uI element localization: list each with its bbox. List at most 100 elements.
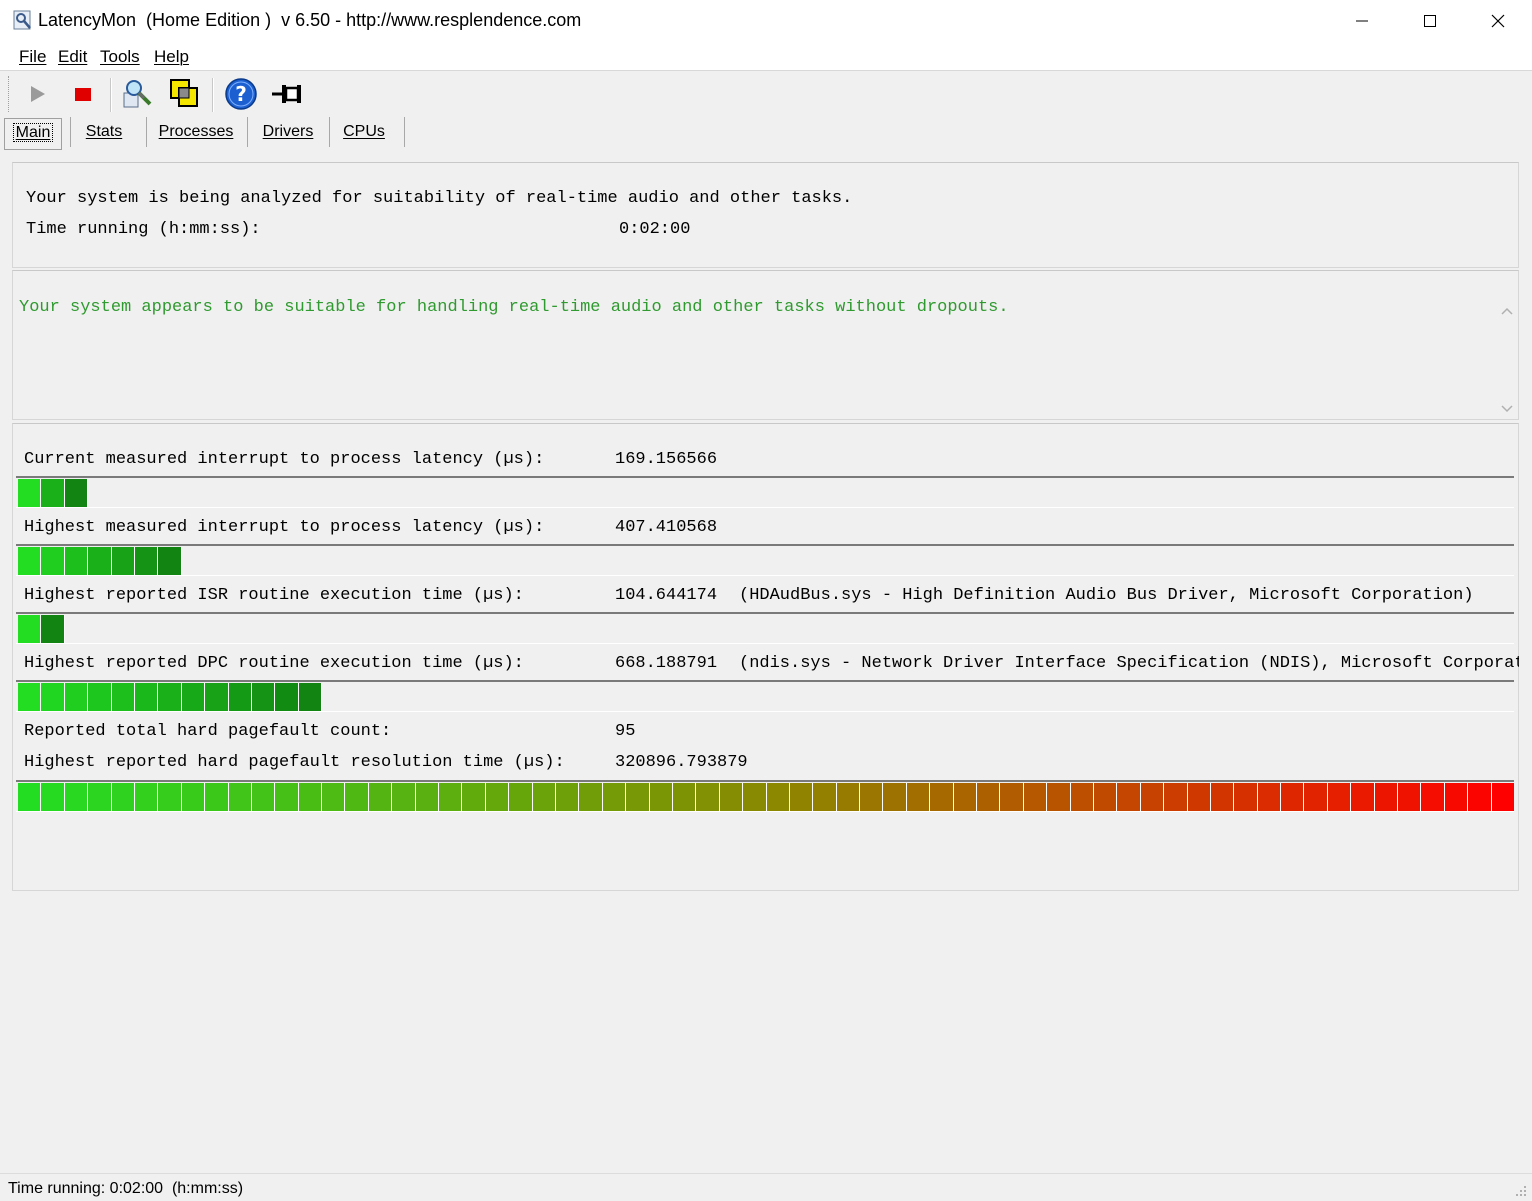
level-bar-segment	[1491, 783, 1514, 811]
level-bar-segment	[134, 547, 159, 575]
level-bar-segment	[64, 683, 89, 711]
tab-separator	[146, 117, 147, 147]
level-bar-segment	[181, 783, 206, 811]
app-icon[interactable]	[12, 9, 34, 31]
metric-value-pagefault-time: 320896.793879	[615, 753, 748, 772]
level-bar-segment	[88, 683, 112, 711]
level-bar-segment	[1374, 783, 1399, 811]
level-bar-segment	[649, 783, 673, 811]
tab-separator	[70, 117, 71, 147]
toolbar-grip[interactable]	[8, 76, 11, 112]
level-bar-segment	[111, 783, 135, 811]
level-bar-fill	[18, 783, 1514, 811]
tab-stats[interactable]: Stats	[74, 118, 134, 148]
level-bar-segment	[439, 783, 463, 811]
magnifier-analyze-icon	[123, 80, 152, 108]
analyze-button[interactable]	[120, 76, 154, 112]
level-bar-segment	[181, 683, 206, 711]
level-bar-segment	[1398, 783, 1422, 811]
level-bar-isr	[16, 612, 1514, 644]
level-bar-segment	[860, 783, 884, 811]
start-button[interactable]	[20, 76, 54, 112]
level-bar-current-latency	[16, 476, 1514, 508]
metric-label-pagefault-count: Reported total hard pagefault count:	[24, 722, 392, 741]
metric-label-dpc: Highest reported DPC routine execution t…	[24, 654, 524, 673]
scroll-down-icon[interactable]	[1501, 405, 1513, 413]
level-bar-segment	[1304, 783, 1328, 811]
level-bar-segment	[64, 479, 89, 507]
menu-help[interactable]: Help	[154, 47, 189, 67]
level-bar-segment	[579, 783, 603, 811]
level-bar-segment	[1421, 783, 1445, 811]
level-bar-segment	[298, 783, 323, 811]
metric-value-isr: 104.644174	[615, 586, 718, 605]
level-bar-segment	[64, 547, 89, 575]
level-bar-segment	[977, 783, 1001, 811]
level-bar-segment	[41, 683, 65, 711]
level-bar-segment	[1468, 783, 1492, 811]
resize-grip-icon[interactable]	[1514, 1184, 1528, 1198]
level-bar-dpc	[16, 680, 1514, 712]
scroll-up-icon[interactable]	[1501, 307, 1513, 315]
help-button[interactable]: ?	[224, 76, 258, 112]
level-bar-segment	[415, 783, 440, 811]
menu-tools[interactable]: Tools	[100, 47, 140, 67]
tab-drivers[interactable]: Drivers	[252, 118, 324, 148]
metric-value-pagefault-count: 95	[615, 722, 636, 741]
menu-file[interactable]: File	[19, 47, 46, 67]
level-bar-segment	[953, 783, 978, 811]
time-running-label: Time running (h:mm:ss):	[26, 220, 261, 239]
level-bar-segment	[766, 783, 790, 811]
level-bar-segment	[930, 783, 954, 811]
close-button[interactable]	[1464, 0, 1532, 42]
level-bar-segment	[392, 783, 416, 811]
menu-bar: File Edit Tools Help	[0, 42, 1532, 71]
title-bar: LatencyMon (Home Edition ) v 6.50 - http…	[0, 0, 1532, 42]
level-bar-segment	[626, 783, 650, 811]
level-bar-segment	[462, 783, 486, 811]
tab-cpus[interactable]: CPUs	[334, 118, 394, 148]
level-bar-segment	[1000, 783, 1024, 811]
metric-value-current-latency: 169.156566	[615, 450, 718, 469]
level-bar-segment	[275, 683, 299, 711]
level-bar-segment	[1070, 783, 1094, 811]
level-bar-segment	[205, 783, 229, 811]
level-bar-segment	[18, 615, 42, 643]
minimize-button[interactable]	[1328, 0, 1396, 42]
level-bar-segment	[1327, 783, 1352, 811]
level-bar-segment	[602, 783, 627, 811]
tab-separator	[404, 117, 405, 147]
level-bar-segment	[813, 783, 837, 811]
level-bar-segment	[251, 783, 276, 811]
level-bar-highest-latency	[16, 544, 1514, 576]
analysis-status-panel: Your system is being analyzed for suitab…	[12, 162, 1519, 268]
level-bar-segment	[1164, 783, 1188, 811]
window-title: LatencyMon (Home Edition ) v 6.50 - http…	[38, 10, 582, 30]
level-bar-segment	[1140, 783, 1165, 811]
status-bar: Time running: 0:02:00 (h:mm:ss)	[0, 1173, 1532, 1201]
level-bar-segment	[41, 783, 65, 811]
maximize-button[interactable]	[1396, 0, 1464, 42]
pin-button[interactable]	[270, 76, 304, 112]
conclusion-scrollbar[interactable]	[1496, 297, 1518, 423]
window-button[interactable]	[168, 76, 202, 112]
level-bar-segment	[1093, 783, 1118, 811]
level-bar-segment	[368, 783, 393, 811]
tab-main[interactable]: Main	[4, 118, 62, 150]
tab-processes[interactable]: Processes	[150, 118, 242, 148]
level-bar-segment	[111, 683, 135, 711]
menu-edit[interactable]: Edit	[58, 47, 87, 67]
level-bar-segment	[1210, 783, 1235, 811]
pin-icon	[272, 85, 301, 103]
level-bar-segment	[672, 783, 697, 811]
level-bar-segment	[1257, 783, 1282, 811]
level-bar-segment	[251, 683, 276, 711]
level-bar-segment	[1444, 783, 1469, 811]
level-bar-segment	[41, 479, 65, 507]
stop-button[interactable]	[66, 76, 100, 112]
level-bar-segment	[134, 783, 159, 811]
level-bar-segment	[696, 783, 720, 811]
level-bar-segment	[18, 783, 42, 811]
level-bar-segment	[18, 547, 42, 575]
level-bar-fill	[18, 683, 323, 711]
